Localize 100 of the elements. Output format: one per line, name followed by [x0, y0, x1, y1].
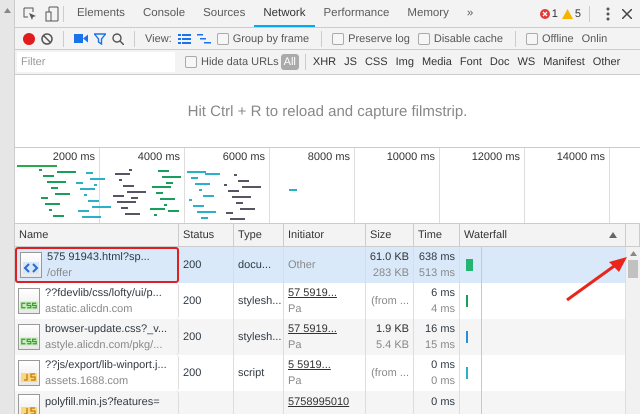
status-text: 200	[183, 258, 202, 273]
time-tick-label: 2000 ms	[52, 151, 95, 163]
request-row[interactable]: polyfill.min.js?features= 5758995010 0 ms	[15, 391, 640, 414]
initiator-line: Pa	[288, 302, 302, 317]
filter-field[interactable]: Filter	[17, 52, 175, 72]
option-label: Disable cache	[434, 32, 503, 44]
more-tabs-button[interactable]: »	[458, 0, 482, 27]
request-name: polyfill.min.js?features=	[45, 395, 160, 410]
resource-type-filter[interactable]: XHR	[310, 54, 340, 70]
filmstrip-hint: Hit Ctrl + R to reload and capture filmstrip.	[188, 102, 468, 120]
more-options-icon[interactable]	[606, 6, 610, 20]
warning-icon	[562, 8, 573, 18]
video-camera-icon[interactable]	[74, 34, 88, 43]
throttling-dropdown[interactable]: Onlin	[582, 32, 608, 44]
checkbox[interactable]	[526, 32, 538, 44]
time-text: 638 ms	[418, 250, 455, 265]
scroll-up-icon[interactable]	[4, 8, 10, 13]
time-tick-label: 10000 ms	[386, 151, 435, 163]
column-header[interactable]: Initiator	[284, 224, 366, 246]
time-tick-label: 14000 ms	[556, 151, 605, 163]
initiator-link[interactable]: 57 5919...	[288, 285, 337, 301]
js-file-icon	[21, 407, 37, 414]
request-path: /offer	[47, 266, 73, 281]
initiator-line: Pa	[288, 338, 302, 353]
request-path: assets.1688.com	[45, 374, 130, 389]
time-text: 0 ms	[431, 358, 455, 373]
checkbox[interactable]	[332, 32, 344, 44]
close-icon[interactable]	[622, 8, 632, 18]
resource-type-filter[interactable]: CSS	[362, 54, 391, 70]
initiator-link[interactable]: 5 5919...	[288, 357, 331, 373]
request-name: ??js/export/lib-winport.j...	[45, 358, 167, 373]
js-file-icon	[21, 373, 37, 382]
resource-type-filter[interactable]: Media	[418, 54, 455, 70]
request-row[interactable]: 575 91943.html?sp... /offer 200 docu... Other 61.0 KB 283 KB 638 ms 513 ms	[15, 247, 640, 283]
panel-tab[interactable]: Console	[134, 0, 194, 27]
request-name: browser-update.css?_v...	[45, 322, 168, 337]
error-count: 1	[552, 8, 558, 20]
column-header[interactable]: Time	[414, 224, 460, 246]
checkbox-option[interactable]: Offline	[526, 32, 574, 44]
arrow-annotation	[565, 256, 629, 302]
latency-text: 4 ms	[431, 302, 455, 317]
type-text: docu...	[238, 258, 272, 273]
column-header[interactable]: Name	[15, 224, 179, 246]
inspect-element-icon[interactable]	[23, 6, 37, 20]
initiator-link[interactable]: 5758995010	[288, 394, 350, 410]
name-cell[interactable]: polyfill.min.js?features=	[15, 391, 179, 414]
status-text: 200	[183, 294, 202, 309]
record-icon[interactable]	[23, 32, 35, 44]
scrollbar-thumb[interactable]	[628, 260, 638, 278]
warning-count: 5	[574, 8, 581, 20]
waterfall-view-icon[interactable]	[196, 34, 211, 44]
size-text: 1.9 KB	[376, 322, 409, 337]
request-path: astatic.alicdn.com	[45, 302, 134, 317]
scroll-up-icon[interactable]	[630, 251, 636, 256]
sort-arrow-icon[interactable]	[609, 232, 617, 238]
resource-type-filter[interactable]: Img	[392, 54, 417, 70]
column-header[interactable]: Type	[234, 224, 284, 246]
resource-type-filter[interactable]: JS	[341, 54, 360, 70]
list-view-icon[interactable]	[178, 34, 191, 44]
initiator-link[interactable]: 57 5919...	[288, 321, 337, 337]
request-row[interactable]: ??js/export/lib-winport.j... assets.1688.com 200 script 5 5919... Pa (from ... 0 ms 0 ms	[15, 355, 640, 391]
option-label: Hide data URLs	[201, 56, 279, 68]
column-header[interactable]: Waterfall	[460, 224, 626, 246]
time-text: 16 ms	[425, 322, 455, 337]
search-icon[interactable]	[112, 32, 124, 44]
column-header[interactable]: Size	[366, 224, 414, 246]
view-label: View:	[145, 32, 172, 44]
size-text: (from ...	[371, 294, 409, 309]
device-toolbar-icon[interactable]	[45, 6, 59, 22]
resource-type-filter[interactable]: WS	[514, 54, 538, 70]
checkbox[interactable]	[216, 32, 229, 44]
request-name: ??fdevlib/css/lofty/ui/p...	[45, 286, 162, 301]
column-header[interactable]: Status	[179, 224, 234, 246]
css-file-icon	[20, 301, 38, 310]
resource-size-text: 283 KB	[372, 266, 409, 281]
status-text: 200	[183, 366, 202, 381]
time-text: 6 ms	[431, 286, 455, 301]
error-icon	[540, 8, 550, 18]
scrollbar[interactable]	[0, 0, 15, 414]
checkbox[interactable]	[418, 32, 430, 44]
resource-type-filter[interactable]: Manifest	[540, 54, 588, 70]
checkbox[interactable]	[185, 56, 197, 68]
resource-type-filter[interactable]: Font	[456, 54, 485, 70]
status-text: 200	[183, 330, 202, 345]
checkbox-option[interactable]: Hide data URLs	[185, 56, 279, 68]
panel-tab[interactable]: Elements	[68, 0, 134, 27]
panel-tab[interactable]: Memory	[398, 0, 458, 27]
panel-tab[interactable]: Performance	[314, 0, 398, 27]
checkbox-option[interactable]: Preserve log	[332, 32, 410, 44]
filter-icon[interactable]	[94, 32, 106, 44]
checkbox-option[interactable]: Group by frame	[216, 32, 310, 44]
type-text: stylesh...	[238, 294, 282, 309]
resource-type-filter[interactable]: Other	[590, 54, 624, 70]
resource-type-filter[interactable]: Doc	[486, 54, 512, 70]
latency-text: 0 ms	[431, 374, 455, 389]
option-label: Offline	[542, 32, 574, 44]
panel-tab[interactable]: Sources	[194, 0, 254, 27]
clear-icon[interactable]	[41, 32, 53, 44]
checkbox-option[interactable]: Disable cache	[418, 32, 503, 44]
time-tick-label: 8000 ms	[308, 151, 350, 163]
